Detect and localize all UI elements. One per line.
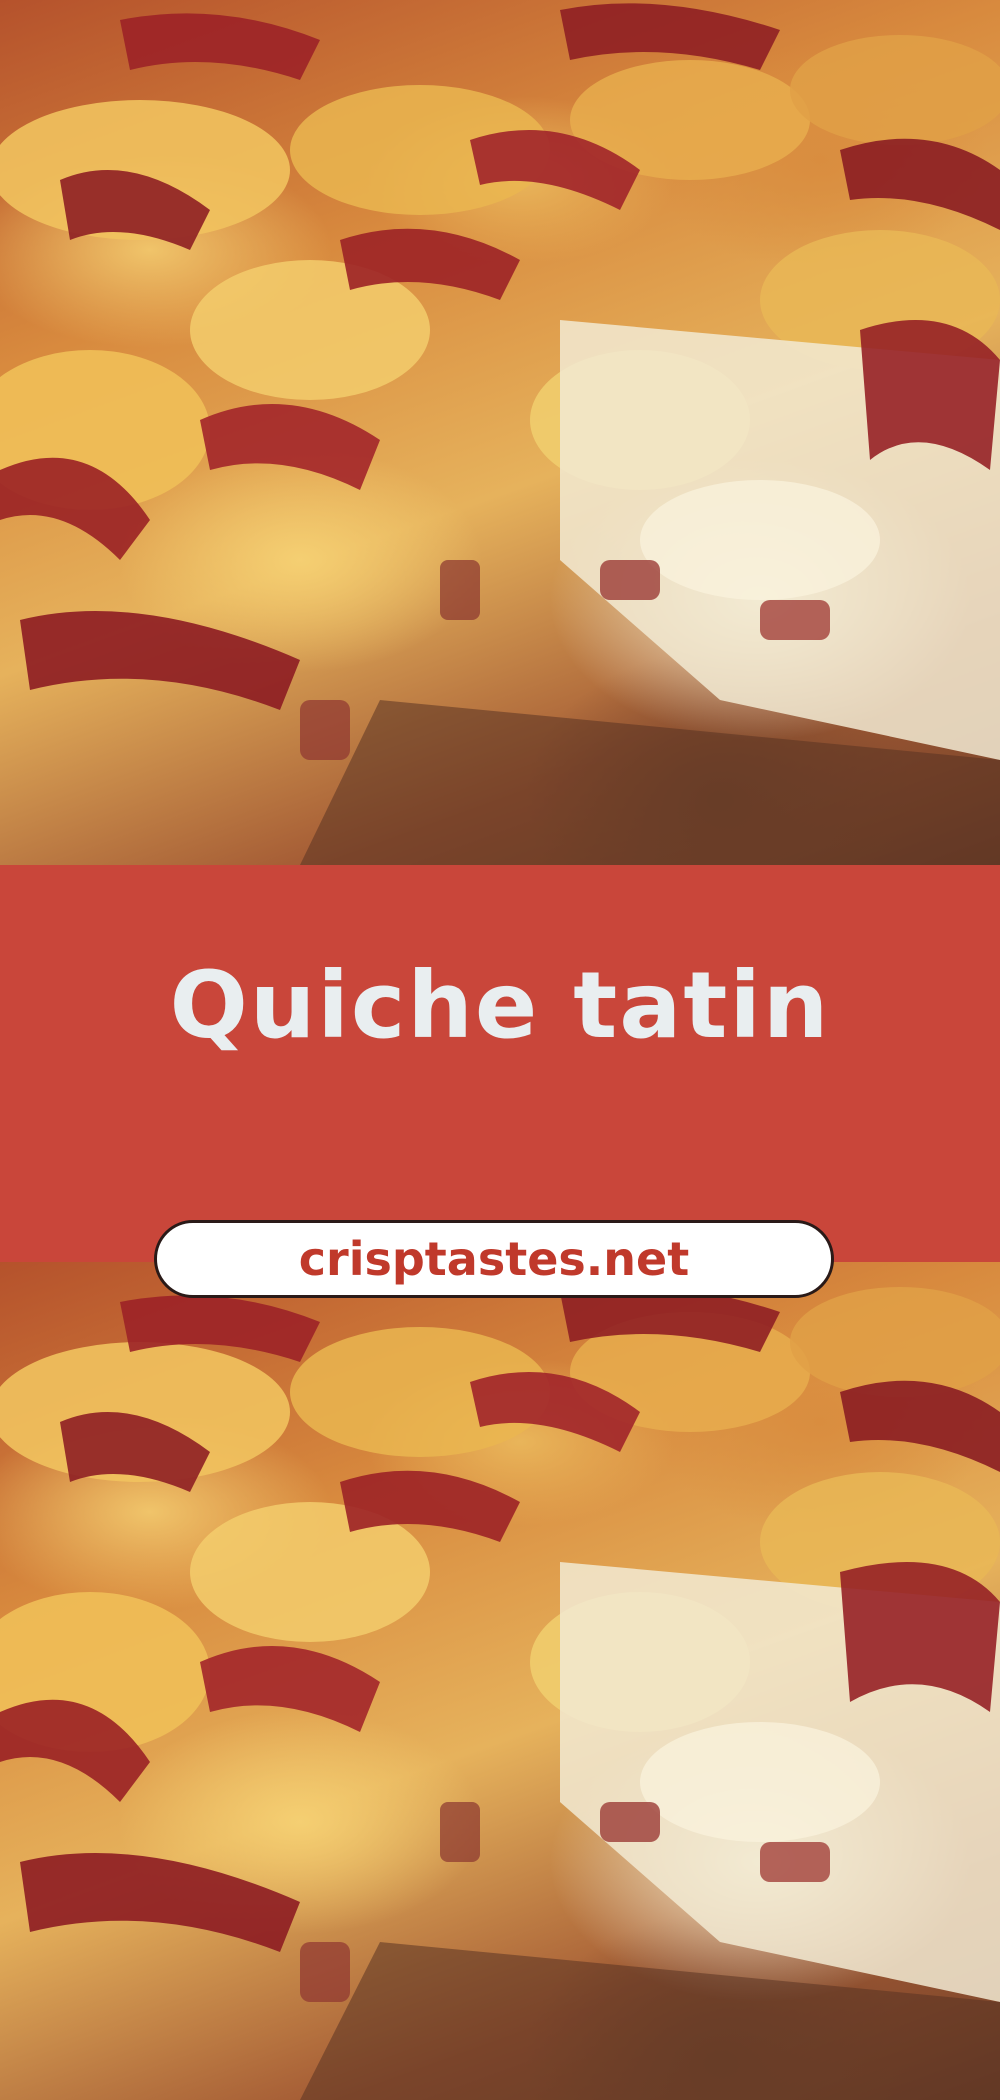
quiche-photo-top-art: [0, 3, 1000, 865]
quiche-photo-bottom: [0, 1262, 1000, 2100]
quiche-photo-bottom-art: [0, 1285, 1000, 2100]
recipe-title: Quiche tatin: [169, 952, 831, 1059]
website-pill[interactable]: crisptastes.net: [154, 1220, 834, 1298]
quiche-photo-top: [0, 0, 1000, 865]
title-band: [0, 865, 1000, 1262]
website-url[interactable]: crisptastes.net: [299, 1236, 689, 1282]
